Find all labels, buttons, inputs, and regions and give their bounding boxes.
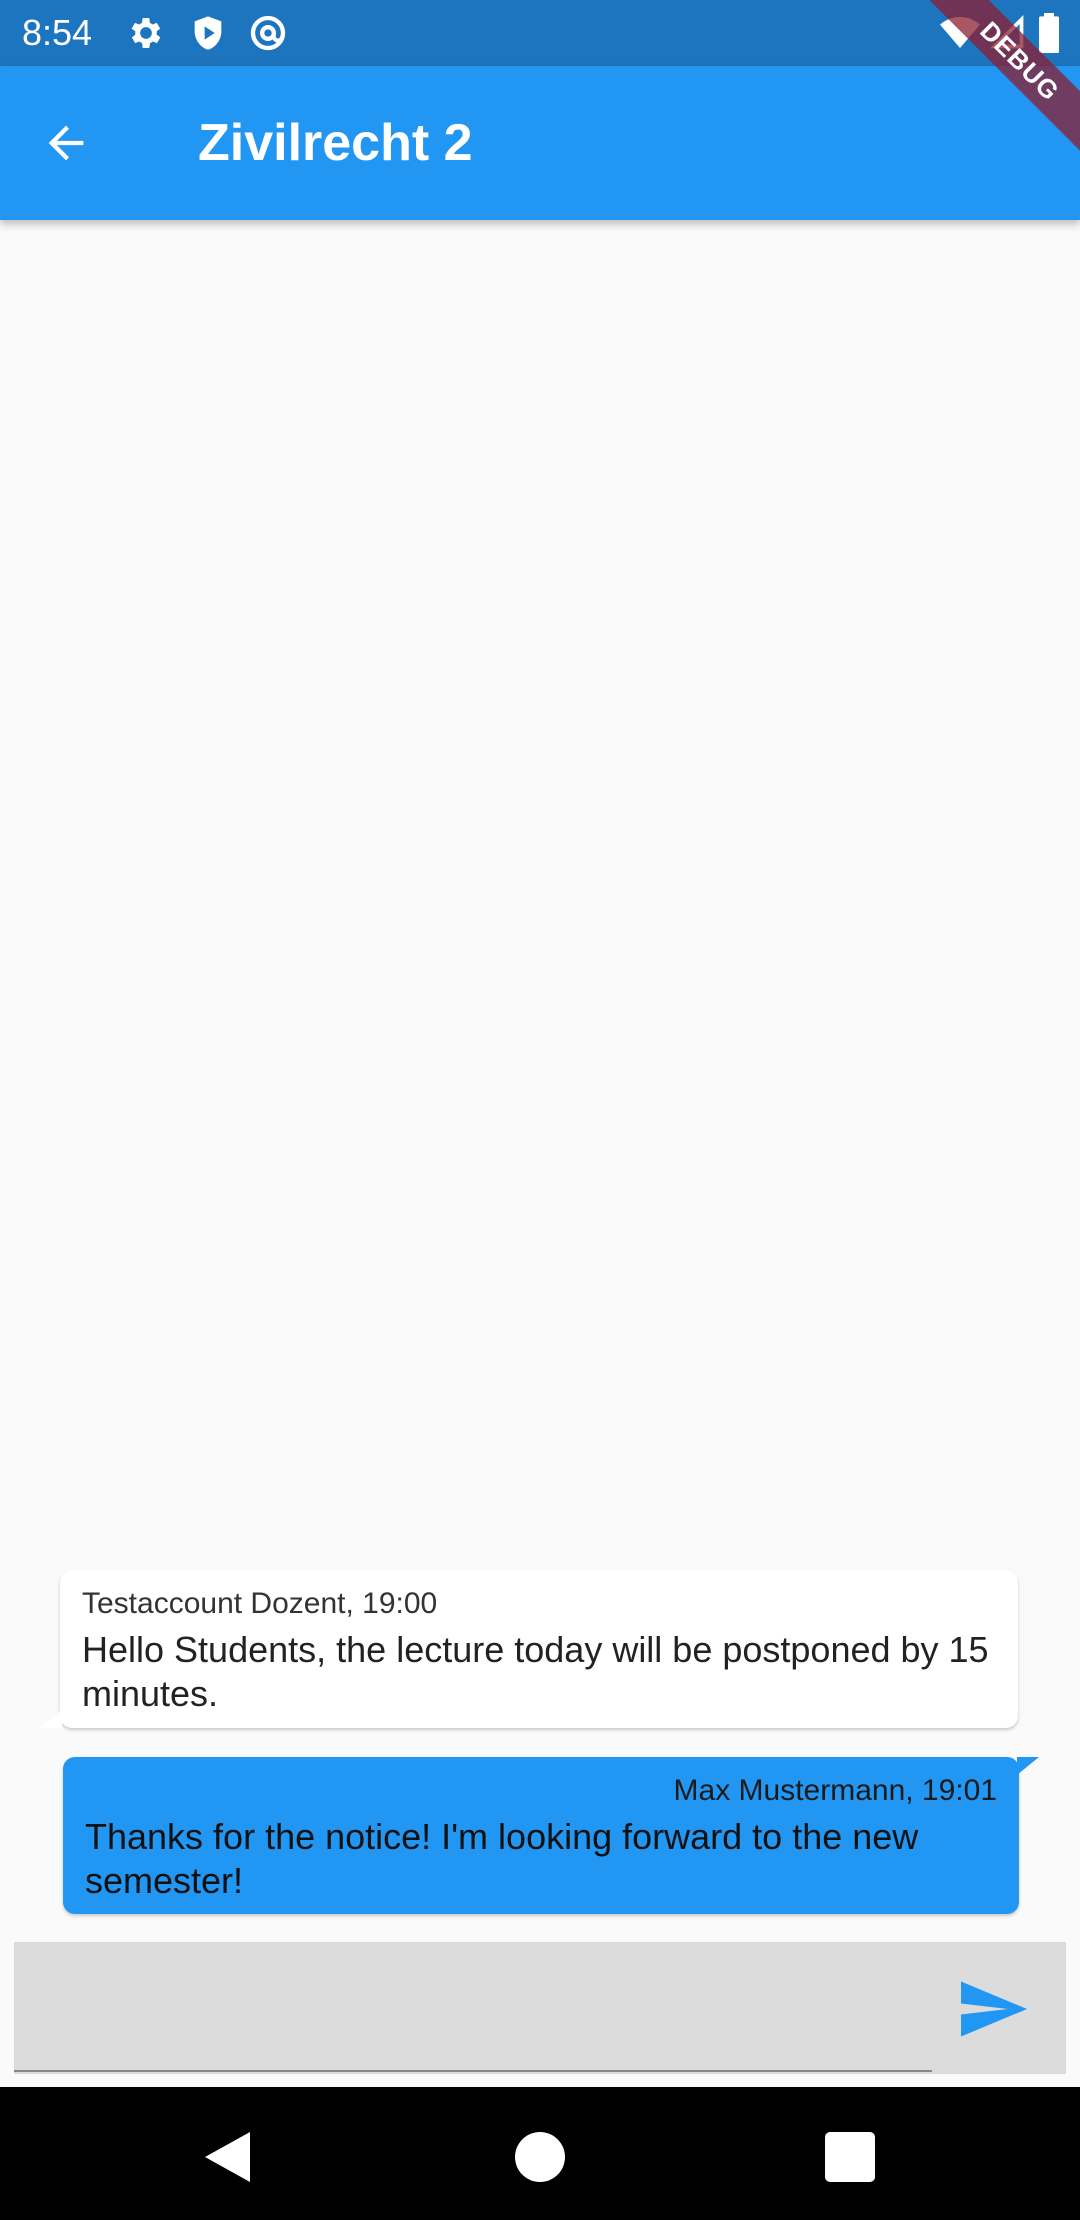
page-title: Zivilrecht 2 xyxy=(198,114,473,172)
system-nav-bar xyxy=(0,2087,1080,2220)
shield-play-icon xyxy=(194,16,222,50)
send-icon xyxy=(961,1981,1027,2037)
message-text: Thanks for the notice! I'm looking forwa… xyxy=(85,1816,919,1901)
gear-icon xyxy=(131,18,161,48)
message-meta: Testaccount Dozent, 19:00 xyxy=(82,1587,438,1620)
message-meta: Max Mustermann, 19:01 xyxy=(673,1774,997,1807)
app-bar: Zivilrecht 2 xyxy=(0,66,1080,220)
send-button[interactable] xyxy=(954,1974,1034,2044)
status-bar: 8:54 xyxy=(0,0,1080,66)
message-composer xyxy=(14,1942,1066,2074)
back-button[interactable] xyxy=(30,107,102,179)
bubble-tail xyxy=(1017,1757,1039,1775)
message-input[interactable] xyxy=(14,1942,932,2072)
back-triangle-icon[interactable] xyxy=(200,2127,260,2187)
home-circle-icon[interactable] xyxy=(510,2127,570,2187)
status-time: 8:54 xyxy=(22,12,93,53)
at-circle-icon xyxy=(250,15,286,51)
wifi-icon xyxy=(940,17,980,48)
message-text: Hello Students, the lecture today will b… xyxy=(82,1629,989,1714)
bubble-tail xyxy=(40,1710,62,1728)
message-outgoing: Max Mustermann, 19:01 Thanks for the not… xyxy=(63,1757,1039,1914)
arrow-left-icon xyxy=(48,125,84,161)
battery-icon xyxy=(1039,13,1059,53)
message-incoming: Testaccount Dozent, 19:00 Hello Students… xyxy=(40,1570,1018,1728)
cell-signal-icon xyxy=(990,14,1024,49)
recents-square-icon[interactable] xyxy=(820,2127,880,2187)
